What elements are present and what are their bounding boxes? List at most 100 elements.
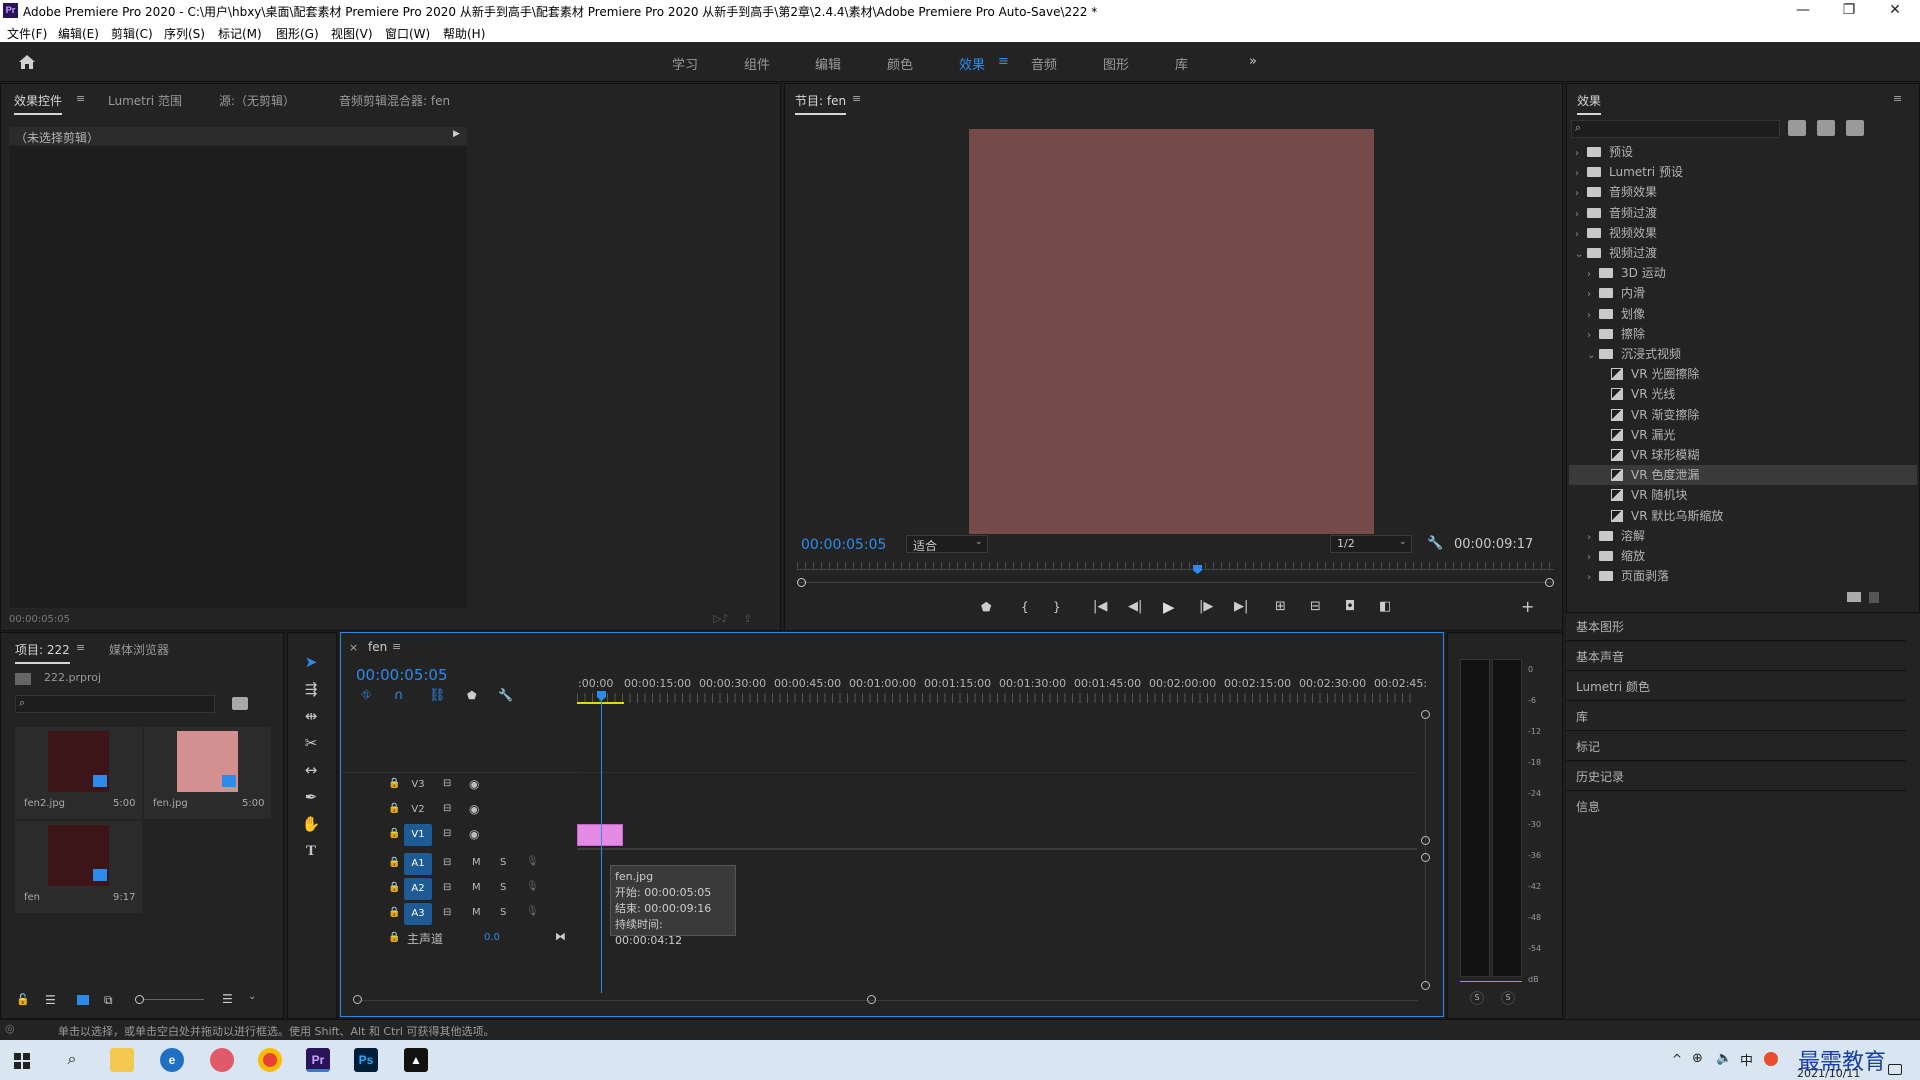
effects-item[interactable]: VR 随机块 (1569, 485, 1917, 505)
menu-file[interactable]: 文件(F) (7, 25, 47, 42)
menu-window[interactable]: 窗口(W) (385, 25, 430, 42)
menu-graphics[interactable]: 图形(G) (276, 25, 319, 42)
extract-icon[interactable]: ⊟ (1310, 599, 1321, 614)
yuv-effects-icon[interactable] (1846, 120, 1864, 136)
effects-folder[interactable]: › 预设 (1569, 142, 1917, 162)
microphone-icon[interactable]: 🎙 (526, 906, 539, 917)
solo-left-button[interactable]: S (1470, 991, 1484, 1005)
panel-libraries[interactable]: 库 (1576, 708, 1588, 725)
program-playhead[interactable] (1193, 565, 1202, 574)
microphone-icon[interactable]: 🎙 (526, 881, 539, 892)
effect-controls-menu-icon[interactable]: ≡ (76, 92, 85, 105)
effects-folder[interactable]: › 溶解 (1569, 526, 1917, 546)
play-icon[interactable]: ▶ (1163, 598, 1175, 616)
chevron-right-icon[interactable]: › (1587, 568, 1599, 588)
track-target-a2[interactable]: A2 (404, 878, 432, 900)
vertical-scrollbar[interactable] (1425, 715, 1426, 985)
effects-item[interactable]: VR 光圈擦除 (1569, 364, 1917, 384)
effects-item[interactable]: VR 漏光 (1569, 425, 1917, 445)
scroll-handle[interactable] (353, 995, 362, 1004)
step-forward-icon[interactable]: |▶ (1199, 599, 1213, 614)
zoom-slider[interactable] (144, 999, 204, 1000)
file-explorer-icon[interactable] (110, 1048, 134, 1072)
mark-in-icon[interactable]: { (1021, 600, 1029, 614)
resolution-select[interactable]: 1/2 ⌄ (1330, 535, 1412, 553)
effects-folder[interactable]: › 音频过渡 (1569, 203, 1917, 223)
sogou-ime-icon[interactable] (1764, 1052, 1778, 1066)
timeline-settings-wrench-icon[interactable]: 🔧 (498, 688, 513, 702)
chevron-down-icon[interactable]: ⌄ (1575, 245, 1587, 265)
chevron-down-icon[interactable]: ⌄ (248, 991, 256, 1002)
chevron-right-icon[interactable]: › (1587, 548, 1599, 568)
panel-essential-sound[interactable]: 基本声音 (1576, 648, 1624, 665)
tab-audio-clip-mixer[interactable]: 音频剪辑混合器: fen (339, 92, 450, 109)
ripple-edit-tool-icon[interactable]: ⇹ (300, 705, 322, 727)
workspace-learn[interactable]: 学习 (672, 54, 698, 73)
comparison-view-icon[interactable]: ◧ (1379, 599, 1391, 614)
lift-icon[interactable]: ⊞ (1275, 599, 1286, 614)
close-button[interactable]: ✕ (1872, 0, 1918, 22)
effects-folder[interactable]: › 内滑 (1569, 283, 1917, 303)
effects-item[interactable]: VR 球形模糊 (1569, 445, 1917, 465)
chevron-right-icon[interactable]: › (1575, 205, 1587, 225)
project-search-input[interactable]: ⌕ (15, 695, 215, 713)
eye-icon[interactable]: ◉ (469, 827, 479, 841)
mark-out-icon[interactable]: } (1053, 600, 1061, 614)
lock-icon[interactable]: 🔒 (388, 828, 400, 839)
go-to-out-icon[interactable]: ▶| (1234, 599, 1248, 614)
razor-tool-icon[interactable]: ✂ (300, 732, 322, 754)
track-target-a1[interactable]: A1 (404, 853, 432, 875)
effects-folder[interactable]: ⌄ 视频过渡 (1569, 243, 1917, 263)
maximize-button[interactable]: ❐ (1826, 0, 1872, 22)
chevron-down-icon[interactable]: ⌄ (1587, 346, 1599, 366)
expand-arrow-icon[interactable]: ▶ (453, 129, 460, 139)
ime-indicator[interactable]: 中 (1740, 1050, 1753, 1069)
tab-effect-controls[interactable]: 效果控件 (14, 92, 63, 115)
effects-item[interactable]: VR 色度泄漏 (1569, 465, 1917, 486)
chrome-browser-icon[interactable] (258, 1048, 282, 1072)
eye-icon[interactable]: ◉ (469, 802, 479, 816)
menu-view[interactable]: 视图(V) (331, 25, 373, 42)
workspace-color[interactable]: 颜色 (887, 54, 913, 73)
sort-icon[interactable]: ☰ (222, 992, 233, 1006)
panel-lumetri-color[interactable]: Lumetri 颜色 (1576, 678, 1650, 695)
slip-tool-icon[interactable]: ↔ (300, 759, 322, 781)
zoom-handle-left[interactable] (797, 578, 806, 587)
snipping-tool-icon[interactable] (210, 1048, 234, 1072)
go-to-in-icon[interactable]: |◀ (1093, 599, 1107, 614)
program-menu-icon[interactable]: ≡ (852, 92, 861, 105)
lock-icon[interactable]: 🔒 (388, 803, 400, 814)
program-current-time[interactable]: 00:00:05:05 (801, 537, 886, 553)
zoom-select[interactable]: 适合 ⌄ (906, 535, 988, 553)
workspace-effects-menu-icon[interactable]: ≡ (998, 54, 1009, 69)
project-item[interactable]: fen2.jpg 5:00 (15, 727, 142, 819)
edge-browser-icon[interactable]: e (160, 1048, 184, 1072)
solo-button[interactable]: S (500, 882, 506, 893)
menu-clip[interactable]: 剪辑(C) (111, 25, 153, 42)
export-icon[interactable]: ⇪ (743, 612, 752, 625)
effects-folder[interactable]: › 缩放 (1569, 546, 1917, 566)
snap-magnet-icon[interactable]: ∩ (394, 688, 404, 703)
scroll-handle[interactable] (1421, 836, 1430, 845)
sync-lock-icon[interactable]: ⊟ (443, 828, 451, 839)
freeform-view-icon[interactable]: ⧉ (104, 993, 113, 1008)
chevron-right-icon[interactable]: › (1587, 265, 1599, 285)
lock-icon[interactable]: 🔒 (388, 882, 400, 893)
chevron-right-icon[interactable]: › (1587, 285, 1599, 305)
lock-icon[interactable]: 🔒 (388, 932, 400, 943)
chevron-right-icon[interactable]: › (1575, 164, 1587, 184)
panel-markers[interactable]: 标记 (1576, 738, 1600, 755)
sequence-menu-icon[interactable]: ≡ (392, 640, 401, 653)
32bit-effects-icon[interactable] (1817, 120, 1835, 136)
effects-folder[interactable]: › 音频效果 (1569, 182, 1917, 202)
effects-folder[interactable]: › 划像 (1569, 304, 1917, 324)
taskbar-search-icon[interactable]: ⌕ (60, 1048, 84, 1072)
effects-panel-menu-icon[interactable]: ≡ (1893, 92, 1902, 105)
workspace-editing[interactable]: 编辑 (815, 54, 841, 73)
timeline-ruler[interactable] (577, 693, 1415, 703)
filter-icon[interactable]: ▷♪ (713, 612, 728, 625)
chevron-right-icon[interactable]: › (1575, 144, 1587, 164)
chevron-right-icon[interactable]: › (1575, 225, 1587, 245)
add-marker-icon[interactable]: ⬟ (467, 689, 477, 702)
type-tool-icon[interactable]: T (300, 840, 322, 862)
